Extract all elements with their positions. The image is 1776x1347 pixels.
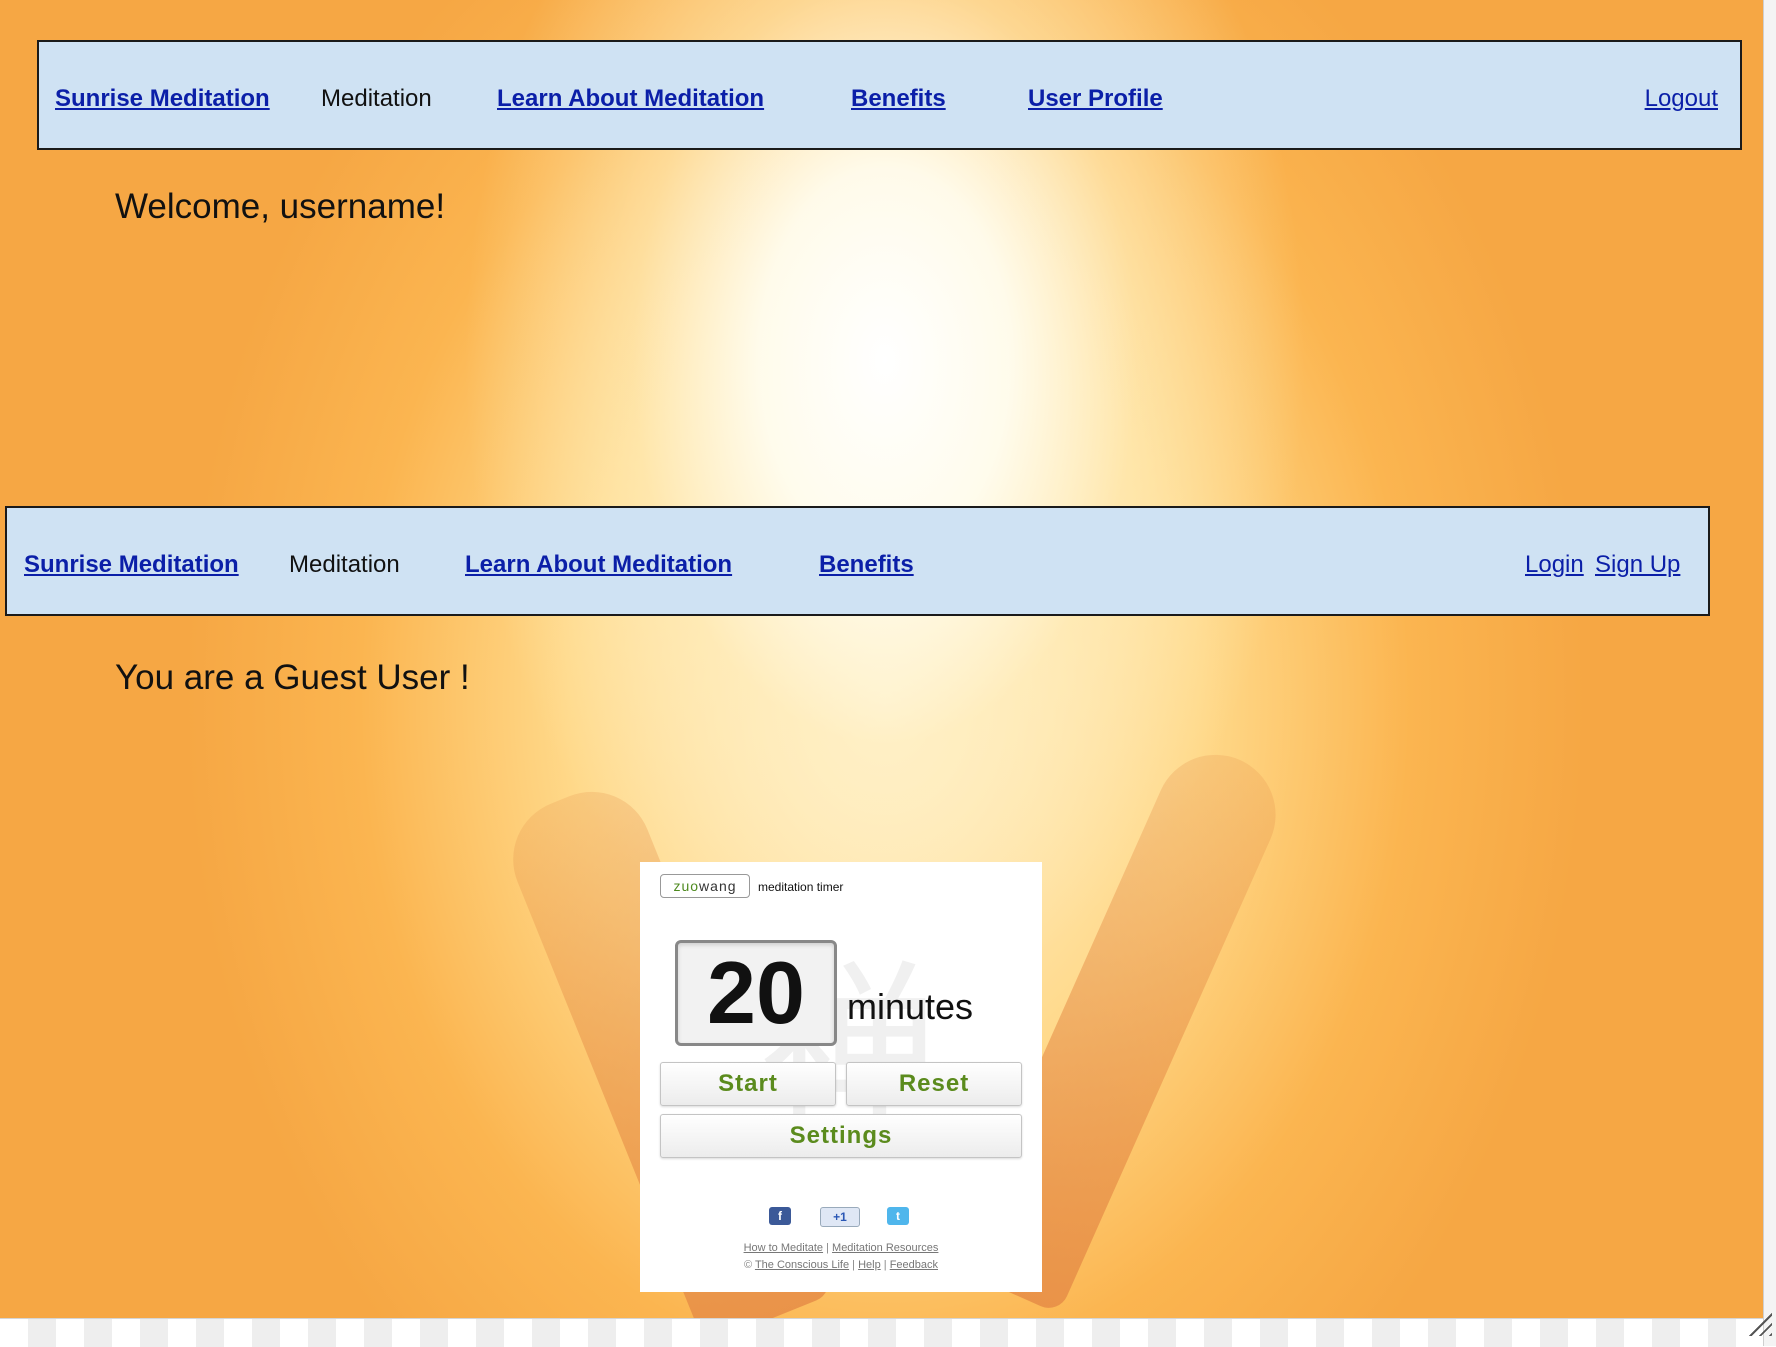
page-background: Sunrise Meditation Meditation Learn Abou… [0, 0, 1763, 1318]
nav-benefits-link[interactable]: Benefits [819, 551, 914, 579]
logo-zuo-text: zuo [673, 878, 700, 894]
nav-signup-link[interactable]: Sign Up [1595, 551, 1680, 579]
nav-logout-link[interactable]: Logout [1645, 85, 1718, 113]
footer-separator: | [826, 1242, 829, 1254]
guest-heading: You are a Guest User ! [115, 658, 470, 697]
nav-current-page: Meditation [321, 85, 432, 112]
start-button[interactable]: Start [660, 1062, 836, 1106]
how-to-meditate-link[interactable]: How to Meditate [744, 1242, 823, 1254]
footer-separator: | [883, 1259, 887, 1271]
meditation-timer-widget: 禅 zuowang meditation timer 20 minutes St… [640, 862, 1042, 1292]
navbar-logged-in: Sunrise Meditation Meditation Learn Abou… [37, 40, 1742, 150]
timer-subtitle: meditation timer [758, 880, 844, 894]
copyright-symbol: © [743, 1259, 753, 1271]
nav-login-link[interactable]: Login [1525, 551, 1584, 579]
nav-user-profile-link[interactable]: User Profile [1028, 85, 1163, 113]
nav-learn-link[interactable]: Learn About Meditation [465, 551, 732, 579]
minutes-unit-label: minutes [847, 986, 974, 1027]
logo-wang-text: wang [699, 878, 737, 894]
conscious-life-link[interactable]: The Conscious Life [755, 1259, 849, 1271]
bottom-edge [0, 1318, 1763, 1347]
settings-button[interactable]: Settings [660, 1114, 1022, 1158]
twitter-icon[interactable]: t [887, 1207, 909, 1225]
help-link[interactable]: Help [858, 1259, 881, 1271]
nav-benefits-link[interactable]: Benefits [851, 85, 946, 113]
nav-learn-link[interactable]: Learn About Meditation [497, 85, 764, 113]
welcome-heading: Welcome, username! [115, 187, 446, 226]
nav-current-page: Meditation [289, 551, 400, 578]
google-plus-one-icon[interactable]: +1 [820, 1207, 860, 1227]
zuowang-logo[interactable]: zuowang [660, 874, 750, 898]
navbar-guest: Sunrise Meditation Meditation Learn Abou… [5, 506, 1710, 616]
nav-brand-link[interactable]: Sunrise Meditation [55, 85, 270, 113]
vertical-scrollbar[interactable] [1763, 0, 1776, 1346]
minutes-input[interactable]: 20 [675, 940, 837, 1046]
reset-button[interactable]: Reset [846, 1062, 1022, 1106]
nav-brand-link[interactable]: Sunrise Meditation [24, 551, 239, 579]
footer-links-row-2: © The Conscious Life | Help | Feedback [640, 1259, 1042, 1271]
meditation-resources-link[interactable]: Meditation Resources [832, 1242, 938, 1254]
footer-links-row-1: How to Meditate | Meditation Resources [640, 1242, 1042, 1254]
feedback-link[interactable]: Feedback [890, 1259, 938, 1271]
footer-separator: | [852, 1259, 856, 1271]
facebook-icon[interactable]: f [769, 1207, 791, 1225]
